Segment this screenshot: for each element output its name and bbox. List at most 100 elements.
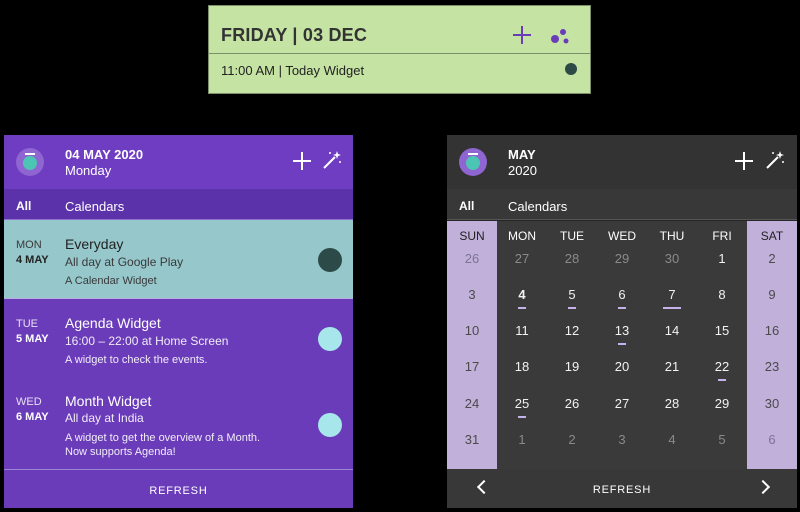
calendar-day-cell[interactable]: 14: [647, 323, 697, 338]
add-event-plus-icon[interactable]: [513, 26, 531, 44]
calendar-day-cell[interactable]: 6: [597, 287, 647, 302]
magic-wand-icon[interactable]: [765, 150, 785, 170]
calendar-day-cell[interactable]: 30: [647, 251, 697, 266]
weekday-header: TUE: [560, 229, 584, 243]
event-time-location: 16:00 – 22:00 at Home Screen: [65, 334, 229, 348]
calendar-day-cell[interactable]: 28: [547, 251, 597, 266]
calendar-day-cell[interactable]: 20: [597, 359, 647, 374]
calendar-day-cell[interactable]: 26: [447, 251, 497, 266]
event-description: A widget to check the events.: [65, 354, 208, 366]
today-date-title: FRIDAY | 03 DEC: [221, 25, 368, 45]
calendar-day-cell[interactable]: 7: [647, 287, 697, 302]
calendar-day-cell[interactable]: 1: [497, 432, 547, 447]
month-year: 2020: [508, 163, 537, 178]
event-color-dot: [318, 413, 342, 437]
agenda-header: 04 MAY 2020 Monday: [4, 135, 353, 189]
month-name: MAY: [508, 147, 536, 162]
calendar-day-cell[interactable]: 29: [697, 396, 747, 411]
event-indicator: [663, 307, 681, 309]
refresh-button[interactable]: REFRESH: [4, 485, 353, 497]
month-header: MAY 2020: [447, 135, 797, 189]
calendar-day-cell[interactable]: 27: [497, 251, 547, 266]
calendar-day-cell[interactable]: 18: [497, 359, 547, 374]
calendar-day-cell[interactable]: 5: [697, 432, 747, 447]
weekday-header: WED: [608, 229, 636, 243]
event-description: A widget to get the overview of a Month.: [65, 432, 261, 444]
weekday-header: THU: [659, 229, 685, 243]
event-time-location: All day at Google Play: [65, 255, 184, 269]
calendar-day-cell[interactable]: 28: [647, 396, 697, 411]
weekday-header: SUN: [459, 229, 485, 243]
event-title: Agenda Widget: [65, 315, 161, 331]
event-color-dot: [318, 327, 342, 351]
filter-calendars-tab[interactable]: Calendars: [508, 199, 567, 214]
calendar-day-cell[interactable]: 27: [597, 396, 647, 411]
agenda-event-row[interactable]: WED 6 MAY Month Widget All day at India …: [4, 379, 353, 469]
agenda-filter-bar: All Calendars: [4, 189, 353, 220]
calendar-day-cell[interactable]: 22: [697, 359, 747, 374]
event-indicator: [518, 307, 526, 309]
today-widget: FRIDAY | 03 DEC 11:00 AM | Today Widget: [208, 5, 591, 94]
filter-all-tab[interactable]: All: [459, 199, 474, 213]
event-indicator: [618, 307, 626, 309]
calendar-day-cell[interactable]: 10: [447, 323, 497, 338]
calendar-day-cell[interactable]: 8: [697, 287, 747, 302]
add-event-plus-icon[interactable]: [293, 152, 311, 170]
calendar-day-cell[interactable]: 12: [547, 323, 597, 338]
event-day-of-week: WED: [16, 396, 42, 408]
today-widget-header: FRIDAY | 03 DEC: [209, 6, 590, 54]
filter-calendars-tab[interactable]: Calendars: [65, 199, 124, 214]
calendar-day-cell[interactable]: 3: [447, 287, 497, 302]
calendar-day-cell[interactable]: 2: [547, 432, 597, 447]
weekday-header: MON: [508, 229, 536, 243]
today-event[interactable]: 11:00 AM | Today Widget: [221, 63, 364, 78]
calendar-day-cell[interactable]: 25: [497, 396, 547, 411]
event-title: Everyday: [65, 236, 124, 252]
agenda-event-row[interactable]: TUE 5 MAY Agenda Widget 16:00 – 22:00 at…: [4, 300, 353, 379]
calendar-day-cell[interactable]: 23: [747, 359, 797, 374]
calendar-day-cell[interactable]: 15: [697, 323, 747, 338]
agenda-event-row[interactable]: MON 4 MAY Everyday All day at Google Pla…: [4, 220, 353, 299]
dots-icon[interactable]: [549, 24, 571, 46]
event-color-dot: [565, 63, 577, 75]
month-filter-bar: All Calendars: [447, 189, 797, 220]
agenda-footer: REFRESH: [4, 469, 353, 508]
event-day-of-week: TUE: [16, 318, 38, 330]
calendar-day-cell[interactable]: 6: [747, 432, 797, 447]
calendar-day-cell[interactable]: 11: [497, 323, 547, 338]
calendar-day-cell[interactable]: 31: [447, 432, 497, 447]
calendar-day-cell[interactable]: 1: [697, 251, 747, 266]
calendar-day-cell[interactable]: 29: [597, 251, 647, 266]
agenda-widget: 04 MAY 2020 Monday All Calendars MON 4 M…: [4, 135, 353, 508]
weekday-header: SAT: [760, 229, 784, 243]
calendar-day-cell[interactable]: 16: [747, 323, 797, 338]
calendar-day-cell[interactable]: 17: [447, 359, 497, 374]
agenda-header-day: Monday: [65, 163, 112, 178]
calendar-day-cell[interactable]: 30: [747, 396, 797, 411]
calendar-day-cell[interactable]: 9: [747, 287, 797, 302]
filter-all-tab[interactable]: All: [16, 199, 31, 213]
calendar-day-cell[interactable]: 4: [647, 432, 697, 447]
event-indicator: [568, 307, 576, 309]
event-description-line2: Now supports Agenda!: [65, 446, 176, 458]
app-logo-icon[interactable]: [459, 148, 487, 176]
calendar-day-cell[interactable]: 3: [597, 432, 647, 447]
event-date: 5 MAY: [16, 333, 49, 345]
calendar-day-cell[interactable]: 13: [597, 323, 647, 338]
app-logo-icon[interactable]: [16, 148, 44, 176]
event-time-location: All day at India: [65, 411, 144, 425]
month-widget: MAY 2020 All Calendars SUN MON TUE WED THU FR…: [447, 135, 797, 508]
magic-wand-icon[interactable]: [322, 150, 342, 170]
calendar-day-cell[interactable]: 19: [547, 359, 597, 374]
refresh-button[interactable]: REFRESH: [447, 484, 797, 496]
calendar-day-cell[interactable]: 4: [497, 287, 547, 302]
calendar-day-cell[interactable]: 2: [747, 251, 797, 266]
calendar-day-cell[interactable]: 26: [547, 396, 597, 411]
agenda-header-date: 04 MAY 2020: [65, 147, 144, 162]
calendar-day-cell[interactable]: 5: [547, 287, 597, 302]
calendar-day-cell[interactable]: 21: [647, 359, 697, 374]
event-day-of-week: MON: [16, 239, 42, 251]
calendar-day-cell[interactable]: 24: [447, 396, 497, 411]
add-event-plus-icon[interactable]: [735, 152, 753, 170]
event-indicator: [718, 379, 726, 381]
